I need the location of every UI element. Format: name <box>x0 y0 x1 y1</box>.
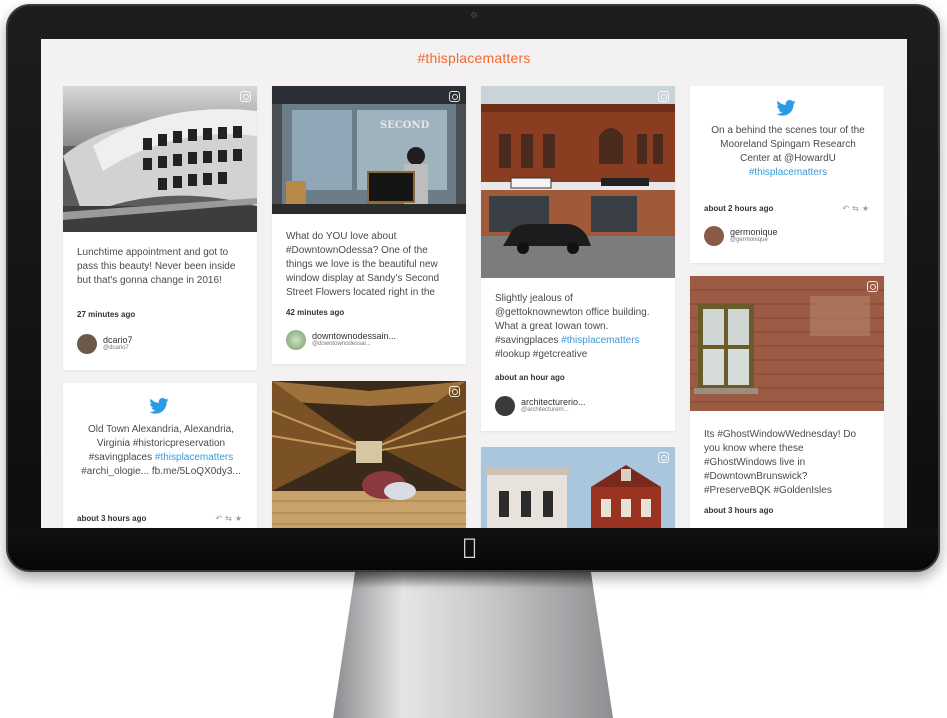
post-time: about an hour ago <box>495 373 565 382</box>
page-title: #thisplacematters <box>417 50 531 66</box>
post-text-more: #archi_ologie... fb.me/5LoQX0dy3... <box>81 466 241 477</box>
post-text-more: #lookup #getcreative <box>495 349 588 360</box>
post-time: about 2 hours ago <box>704 204 774 213</box>
post-user[interactable]: germonique @germonique <box>704 226 874 248</box>
post-card-ghost-window[interactable]: Its #GhostWindowWednesday! Do you know w… <box>690 276 884 528</box>
post-card-downtownodessa[interactable]: SECOND What do YOU love about #DowntownO… <box>272 86 466 364</box>
reply-icon[interactable]: ↶ <box>842 204 852 213</box>
user-handle: @downtownodessai... <box>312 341 371 347</box>
post-photo[interactable] <box>481 447 675 528</box>
instagram-icon <box>240 91 251 102</box>
star-icon[interactable]: ★ <box>235 514 245 523</box>
camera-icon <box>471 12 477 18</box>
tweet-actions: ↶⇆★ <box>215 514 245 523</box>
twitter-bird-icon <box>149 398 169 414</box>
instagram-icon <box>449 386 460 397</box>
post-card-tweet-alexandria[interactable]: Old Town Alexandria, Alexandria, Virgini… <box>63 383 257 528</box>
post-card-germonique[interactable]: On a behind the scenes tour of the Moore… <box>690 86 884 263</box>
avatar <box>704 226 724 246</box>
reply-icon[interactable]: ↶ <box>215 514 225 523</box>
post-user[interactable]: downtownodessain... @downtownodessai... <box>286 330 456 352</box>
avatar <box>286 330 306 350</box>
monitor-stand <box>333 570 613 718</box>
instagram-icon <box>658 452 669 463</box>
user-handle: @germonique <box>730 237 768 243</box>
post-photo[interactable] <box>63 86 257 232</box>
post-time: about 3 hours ago <box>704 506 774 515</box>
instagram-icon <box>867 281 878 292</box>
hashtag-link[interactable]: #thisplacematters <box>155 452 233 463</box>
post-photo[interactable] <box>690 276 884 411</box>
post-user[interactable]: architecturerio... @architecturerri... <box>495 396 665 418</box>
user-name: architecturerio... <box>521 397 586 407</box>
user-name: dcario7 <box>103 335 133 345</box>
post-card-victorian[interactable] <box>481 447 675 528</box>
post-photo[interactable] <box>481 86 675 278</box>
post-photo[interactable] <box>272 381 466 528</box>
retweet-icon[interactable]: ⇆ <box>225 514 235 523</box>
post-card-attic[interactable] <box>272 381 466 528</box>
post-photo[interactable]: SECOND <box>272 86 466 214</box>
screen: #thisplacematters Lunchtime appointment … <box>41 39 907 528</box>
post-time: 27 minutes ago <box>77 310 136 319</box>
post-text-body: On a behind the scenes tour of the Moore… <box>711 125 865 164</box>
hashtag-link[interactable]: #thisplacematters <box>749 167 827 178</box>
tweet-actions: ↶⇆★ <box>842 204 872 213</box>
post-text: Its #GhostWindowWednesday! Do you know w… <box>704 429 857 496</box>
apple-logo-icon:  <box>463 537 476 559</box>
post-text: What do YOU love about #DowntownOdessa? … <box>286 231 440 298</box>
post-user[interactable]: dcario7 @dcario7 <box>77 334 247 356</box>
svg-text:SECOND: SECOND <box>380 120 430 131</box>
post-text: Old Town Alexandria, Alexandria, Virgini… <box>77 423 245 479</box>
hashtag-link[interactable]: #thisplacematters <box>561 335 639 346</box>
avatar <box>495 396 515 416</box>
user-handle: @dcario7 <box>103 345 129 351</box>
post-time: about 3 hours ago <box>77 514 147 523</box>
post-card-architecturerio[interactable]: Slightly jealous of @gettoknownewton off… <box>481 86 675 431</box>
avatar <box>77 334 97 354</box>
post-text: Slightly jealous of @gettoknownewton off… <box>495 292 663 362</box>
user-name: germonique <box>730 227 778 237</box>
star-icon[interactable]: ★ <box>862 204 872 213</box>
retweet-icon[interactable]: ⇆ <box>852 204 862 213</box>
post-text: On a behind the scenes tour of the Moore… <box>704 124 872 180</box>
user-handle: @architecturerri... <box>521 407 569 413</box>
post-time: 42 minutes ago <box>286 308 345 317</box>
user-name: downtownodessain... <box>312 331 397 341</box>
stand-shadow <box>352 570 594 588</box>
post-text: Lunchtime appointment and got to pass th… <box>77 247 236 286</box>
twitter-bird-icon <box>776 100 796 116</box>
post-card-dcario7[interactable]: Lunchtime appointment and got to pass th… <box>63 86 257 370</box>
instagram-icon <box>658 91 669 102</box>
instagram-icon <box>449 91 460 102</box>
